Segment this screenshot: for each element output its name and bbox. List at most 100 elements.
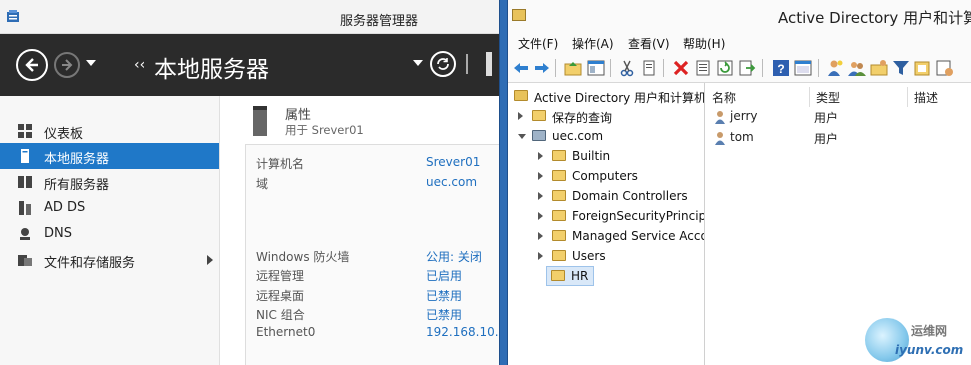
menu-bar: 文件(F) 操作(A) 查看(V) 帮助(H) <box>508 33 971 53</box>
toolbar-divider <box>610 59 611 77</box>
breadcrumb-chevron-icon: ‹‹ <box>134 57 146 73</box>
property-value-link[interactable]: 公用: 关闭 <box>426 248 482 265</box>
user-type: 用户 <box>814 132 839 146</box>
column-header-type[interactable]: 类型 <box>810 87 908 107</box>
refresh-button[interactable] <box>430 51 456 77</box>
sidebar-item-label: AD DS <box>44 200 86 215</box>
property-value-link[interactable]: Srever01 <box>426 155 480 169</box>
tree-item-users[interactable]: Users <box>512 247 704 267</box>
sidebar-item-all-servers[interactable]: 所有服务器 <box>0 169 219 195</box>
help-icon[interactable]: ? <box>772 59 790 77</box>
sidebar-item-dashboard[interactable]: 仪表板 <box>0 118 219 144</box>
cut-icon[interactable] <box>618 59 636 77</box>
expand-arrow-icon[interactable] <box>538 152 543 160</box>
property-key: 域 <box>256 177 269 191</box>
property-row: Ethernet0 192.168.10.1 <box>256 325 501 344</box>
delegate-icon[interactable] <box>936 59 954 77</box>
tree-item-label: Builtin <box>572 149 611 163</box>
list-item[interactable]: jerry 用户 <box>706 107 971 127</box>
console-tree: Active Directory 用户和计算机 保存的查询 uec.com Bu… <box>508 83 705 365</box>
watermark-brand: 运维网 <box>911 324 948 338</box>
forward-button[interactable] <box>54 52 80 78</box>
column-header-description[interactable]: 描述 <box>908 87 971 107</box>
expand-arrow-icon[interactable] <box>538 212 543 220</box>
folder-icon <box>552 190 566 201</box>
property-key: Ethernet0 <box>256 325 316 339</box>
sidebar-item-label: 本地服务器 <box>44 152 110 167</box>
expand-arrow-icon[interactable] <box>538 252 543 260</box>
property-row: Windows 防火墙 公用: 关闭 <box>256 248 501 267</box>
property-value-link[interactable]: 已启用 <box>426 267 462 284</box>
tree-item-hr[interactable]: HR <box>546 266 594 286</box>
expand-arrow-icon[interactable] <box>538 192 543 200</box>
sidebar-item-local-server[interactable]: 本地服务器 <box>0 143 219 169</box>
watermark: 运维网 iyunv.com <box>865 318 965 362</box>
column-header-name[interactable]: 名称 <box>706 87 810 107</box>
properties-icon[interactable] <box>694 59 712 77</box>
tree-item-label: Domain Controllers <box>572 189 688 203</box>
tree-item-managed-service-accounts[interactable]: Managed Service Acco <box>512 227 704 247</box>
folder-icon <box>552 210 566 221</box>
menu-file[interactable]: 文件(F) <box>518 35 558 52</box>
tree-item-domain-controllers[interactable]: Domain Controllers <box>512 187 704 207</box>
expand-arrow-icon[interactable] <box>518 112 523 120</box>
new-user-icon[interactable] <box>826 59 844 77</box>
tree-item-builtin[interactable]: Builtin <box>512 147 704 167</box>
back-button[interactable] <box>16 49 48 81</box>
tree-item-foreign-security-principals[interactable]: ForeignSecurityPrincipa <box>512 207 704 227</box>
delete-icon[interactable] <box>672 59 690 77</box>
back-arrow-icon[interactable] <box>512 59 530 77</box>
show-tree-icon[interactable] <box>587 59 605 77</box>
add-to-group-icon[interactable] <box>914 59 932 77</box>
property-value-link[interactable]: 192.168.10.1 <box>426 325 501 339</box>
property-value-link[interactable]: 已禁用 <box>426 306 462 323</box>
ou-folder-icon <box>551 270 565 281</box>
tree-item-label: Computers <box>572 169 638 183</box>
forward-arrow-icon <box>62 59 73 71</box>
expand-arrow-icon[interactable] <box>538 172 543 180</box>
sidebar-item-ad-ds[interactable]: AD DS <box>0 195 219 221</box>
property-value-link[interactable]: 已禁用 <box>426 287 462 304</box>
collapse-arrow-icon[interactable] <box>518 134 526 139</box>
filter-icon[interactable] <box>892 59 910 77</box>
folder-icon <box>552 250 566 261</box>
property-row: 远程桌面 已禁用 <box>256 287 501 306</box>
sidebar-item-file-storage[interactable]: 文件和存储服务 <box>0 247 219 273</box>
sidebar-item-dns[interactable]: DNS <box>0 221 219 247</box>
menu-help[interactable]: 帮助(H) <box>683 35 725 52</box>
property-value-link[interactable]: uec.com <box>426 175 477 189</box>
breadcrumb-dropdown-icon[interactable] <box>413 60 423 68</box>
up-folder-icon[interactable] <box>564 59 582 77</box>
tree-item-domain[interactable]: uec.com <box>512 127 704 147</box>
property-key: 远程管理 <box>256 269 305 283</box>
forward-arrow-icon[interactable] <box>533 59 551 77</box>
expand-arrow-icon[interactable] <box>538 232 543 240</box>
user-icon <box>715 132 725 145</box>
ad-users-computers-window: Active Directory 用户和计算 文件(F) 操作(A) 查看(V)… <box>508 0 971 365</box>
export-icon[interactable] <box>738 59 756 77</box>
notifications-flag-icon[interactable] <box>486 52 492 76</box>
tree-item-root[interactable]: Active Directory 用户和计算机 <box>512 87 704 107</box>
sidebar-item-label: 仪表板 <box>44 127 84 142</box>
server-icon <box>253 106 267 136</box>
dashboard-icon <box>18 124 32 138</box>
copy-icon[interactable] <box>640 59 658 77</box>
console-icon[interactable] <box>794 59 812 77</box>
properties-box: 计算机名 Srever01 域 uec.com Windows 防火墙 公用: … <box>245 144 501 365</box>
tree-item-label: HR <box>571 269 589 283</box>
server-manager-header: ‹‹ 本地服务器 <box>0 34 501 96</box>
refresh-icon <box>437 58 449 70</box>
tree-item-label: 保存的查询 <box>552 111 613 125</box>
property-row: 域 uec.com <box>256 175 501 194</box>
list-item[interactable]: tom 用户 <box>706 128 971 148</box>
tree-item-computers[interactable]: Computers <box>512 167 704 187</box>
sidebar-item-label: 所有服务器 <box>44 178 110 193</box>
history-dropdown-icon[interactable] <box>86 60 96 68</box>
refresh-icon[interactable] <box>716 59 734 77</box>
new-ou-icon[interactable] <box>870 59 888 77</box>
menu-view[interactable]: 查看(V) <box>628 35 670 52</box>
tree-item-saved-queries[interactable]: 保存的查询 <box>512 107 704 127</box>
window-title: 服务器管理器 <box>340 14 419 29</box>
menu-action[interactable]: 操作(A) <box>572 35 614 52</box>
new-group-icon[interactable] <box>848 59 866 77</box>
